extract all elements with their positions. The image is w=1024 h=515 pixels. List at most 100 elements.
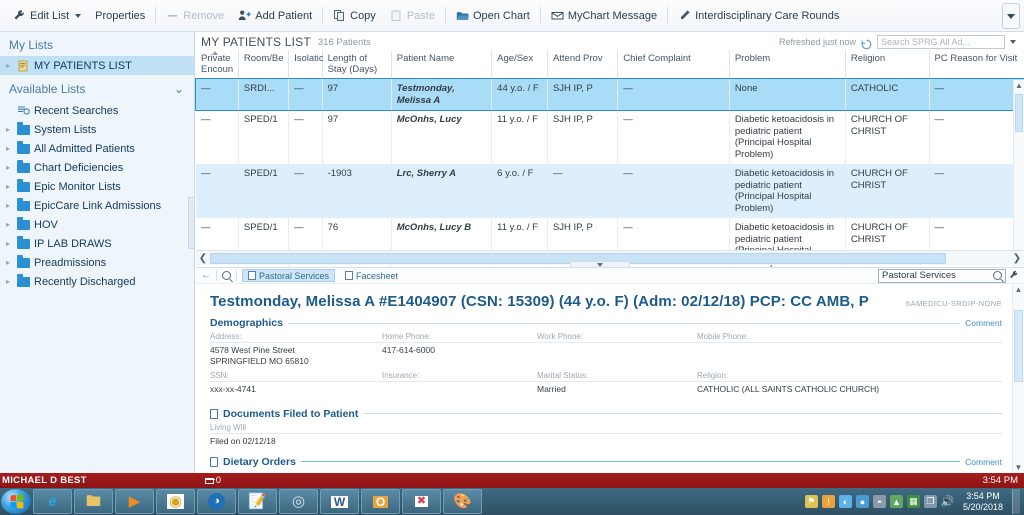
column-header-age-sex[interactable]: Age/Sex [492,50,548,79]
expander-icon[interactable]: ▸ [6,201,13,210]
search-icon[interactable] [222,271,231,280]
comment-link[interactable]: Comment [965,318,1002,328]
column-header-length-of-stay[interactable]: Length of Stay (Days) [322,50,391,79]
scrollbar-thumb[interactable] [1014,310,1023,382]
taskbar-clock[interactable]: 3:54 PM 5/20/2018 [958,491,1008,513]
taskbar-epic-red[interactable]: ✖ [402,489,441,514]
toolbar-overflow-button[interactable] [1002,3,1020,29]
tab-facesheet[interactable]: Facesheet [340,269,403,282]
cell-length-of-stay: -1903 [322,164,391,218]
toolbar-separator [155,7,156,25]
tray-globe-icon[interactable]: ● [856,495,869,508]
mychart-message-button[interactable]: MyChart Message [544,4,664,28]
column-header-isolation[interactable]: Isolatio [289,50,322,79]
sidebar-item-ip-lab-draws[interactable]: ▸ IP LAB DRAWS [0,234,194,253]
envelope-icon [205,478,214,484]
facesheet-icon [345,271,353,280]
wrench-icon[interactable] [1009,267,1019,285]
sidebar-item-chart-deficiencies[interactable]: ▸ Chart Deficiencies [0,158,194,177]
sidebar-item-recently-discharged[interactable]: ▸ Recently Discharged [0,272,194,291]
tray-volume-icon[interactable]: 🔊 [941,495,954,508]
inbasket-indicator[interactable]: 0 [205,475,221,486]
taskbar-notes[interactable]: 📝 [238,489,277,514]
sidebar-item-preadmissions[interactable]: ▸ Preadmissions [0,253,194,272]
taskbar-epic-hyperspace[interactable]: ◑ [197,489,236,514]
section-title: Documents Filed to Patient [223,408,358,420]
column-header-chief-complaint[interactable]: Chief Complaint [618,50,730,79]
edit-list-button[interactable]: Edit List [6,4,88,28]
column-header-problem[interactable]: Problem [729,50,845,79]
living-will-label: Living Will [210,420,1002,432]
detail-vertical-scrollbar[interactable]: ▲ ▼ [1012,284,1024,474]
report-search-input[interactable]: Pastoral Services [878,269,1006,283]
taskbar-word[interactable]: W [320,489,359,514]
expander-icon[interactable]: ▸ [6,144,13,153]
column-header-room-bed[interactable]: Room/Be [238,50,288,79]
search-icon[interactable] [993,271,1002,280]
taskbar-file-explorer[interactable]: 🖿 [74,489,113,514]
sidebar-item-my-patients-list[interactable]: ▸ MY PATIENTS LIST [0,56,194,75]
sidebar-item-epiccare-link-admissions[interactable]: ▸ EpicCare Link Admissions [0,196,194,215]
column-header-religion[interactable]: Religion [845,50,929,79]
document-icon [210,409,218,419]
show-desktop-button[interactable] [1012,489,1020,514]
chevron-double-down-icon[interactable]: ⌄ [174,82,184,96]
properties-button[interactable]: Properties [88,4,152,28]
table-row[interactable]: — SPED/1 — -1903 Lrc, Sherry A 6 y.o. / … [196,164,1024,218]
back-arrow-icon[interactable]: ← [201,270,211,281]
expander-icon[interactable]: ▸ [6,220,13,229]
open-chart-button[interactable]: Open Chart [449,4,537,28]
sidebar-item-hov[interactable]: ▸ HOV [0,215,194,234]
religion-value: CATHOLIC (ALL SAINTS CATHOLIC CHURCH) [697,382,1002,400]
mychart-message-label: MyChart Message [568,10,657,22]
comment-link[interactable]: Comment [965,457,1002,467]
sidebar-item-epic-monitor-lists[interactable]: ▸ Epic Monitor Lists [0,177,194,196]
taskbar-radar[interactable]: ◎ [279,489,318,514]
refresh-icon[interactable] [861,37,872,48]
taskbar-internet-explorer[interactable]: e [33,489,72,514]
tray-display-icon[interactable]: ❐ [924,495,937,508]
tray-sync-icon[interactable]: ◓ [873,495,886,508]
tray-flag-icon[interactable]: ⚑ [805,495,818,508]
scrollbar-thumb[interactable] [1015,94,1023,132]
expander-icon[interactable]: ▸ [6,125,13,134]
tray-network-icon[interactable]: ◐ [839,495,852,508]
expander-icon[interactable]: ▸ [6,258,13,267]
expander-icon[interactable]: ▸ [6,163,13,172]
scroll-up-icon[interactable]: ▲ [1014,80,1024,92]
taskbar-outlook[interactable]: O [361,489,400,514]
sidebar-item-recent-searches[interactable]: Recent Searches [0,101,194,120]
tray-warning-icon[interactable]: ! [822,495,835,508]
expander-icon[interactable]: ▸ [6,182,13,191]
remove-button[interactable]: Remove [159,4,231,28]
paste-button[interactable]: Paste [383,4,442,28]
tray-excel-icon[interactable]: ▦ [907,495,920,508]
word-icon: W [331,496,348,508]
add-patient-button[interactable]: Add Patient [231,4,319,28]
column-header-attend-prov[interactable]: Attend Prov [547,50,617,79]
interdisciplinary-care-rounds-button[interactable]: Interdisciplinary Care Rounds [671,4,846,28]
taskbar-app-yellow[interactable]: ◉ [156,489,195,514]
search-input[interactable]: Search SPRG All Ad... [877,35,1005,49]
expander-icon[interactable]: ▸ [6,277,13,286]
table-row[interactable]: — SRDI... — 97 Testmonday, Melissa A 44 … [196,79,1024,111]
sidebar-item-all-admitted-patients[interactable]: ▸ All Admitted Patients [0,139,194,158]
column-header-pc-reason[interactable]: PC Reason for Visit [929,50,1024,79]
start-button[interactable] [1,489,31,514]
table-row[interactable]: — SPED/1 — 97 McOnhs, Lucy 11 y.o. / F S… [196,110,1024,164]
taskbar-paint[interactable]: 🎨 [443,489,482,514]
taskbar-media-player[interactable]: ▶ [115,489,154,514]
column-header-private-encounter[interactable]: Private Encoun [196,50,238,79]
sidebar-collapse-handle[interactable] [188,197,195,249]
column-header-patient-name[interactable]: Patient Name [391,50,491,79]
scroll-up-icon[interactable]: ▲ [1013,284,1024,296]
cell-isolation: — [289,110,322,164]
copy-button[interactable]: Copy [326,4,383,28]
expander-icon[interactable]: ▸ [6,61,13,70]
tray-green-icon[interactable]: ▲ [890,495,903,508]
ssn-label: SSN: [210,371,382,382]
tab-pastoral-services[interactable]: Pastoral Services [242,269,335,282]
chevron-down-icon[interactable] [1010,40,1016,44]
expander-icon[interactable]: ▸ [6,239,13,248]
sidebar-item-system-lists[interactable]: ▸ System Lists [0,120,194,139]
